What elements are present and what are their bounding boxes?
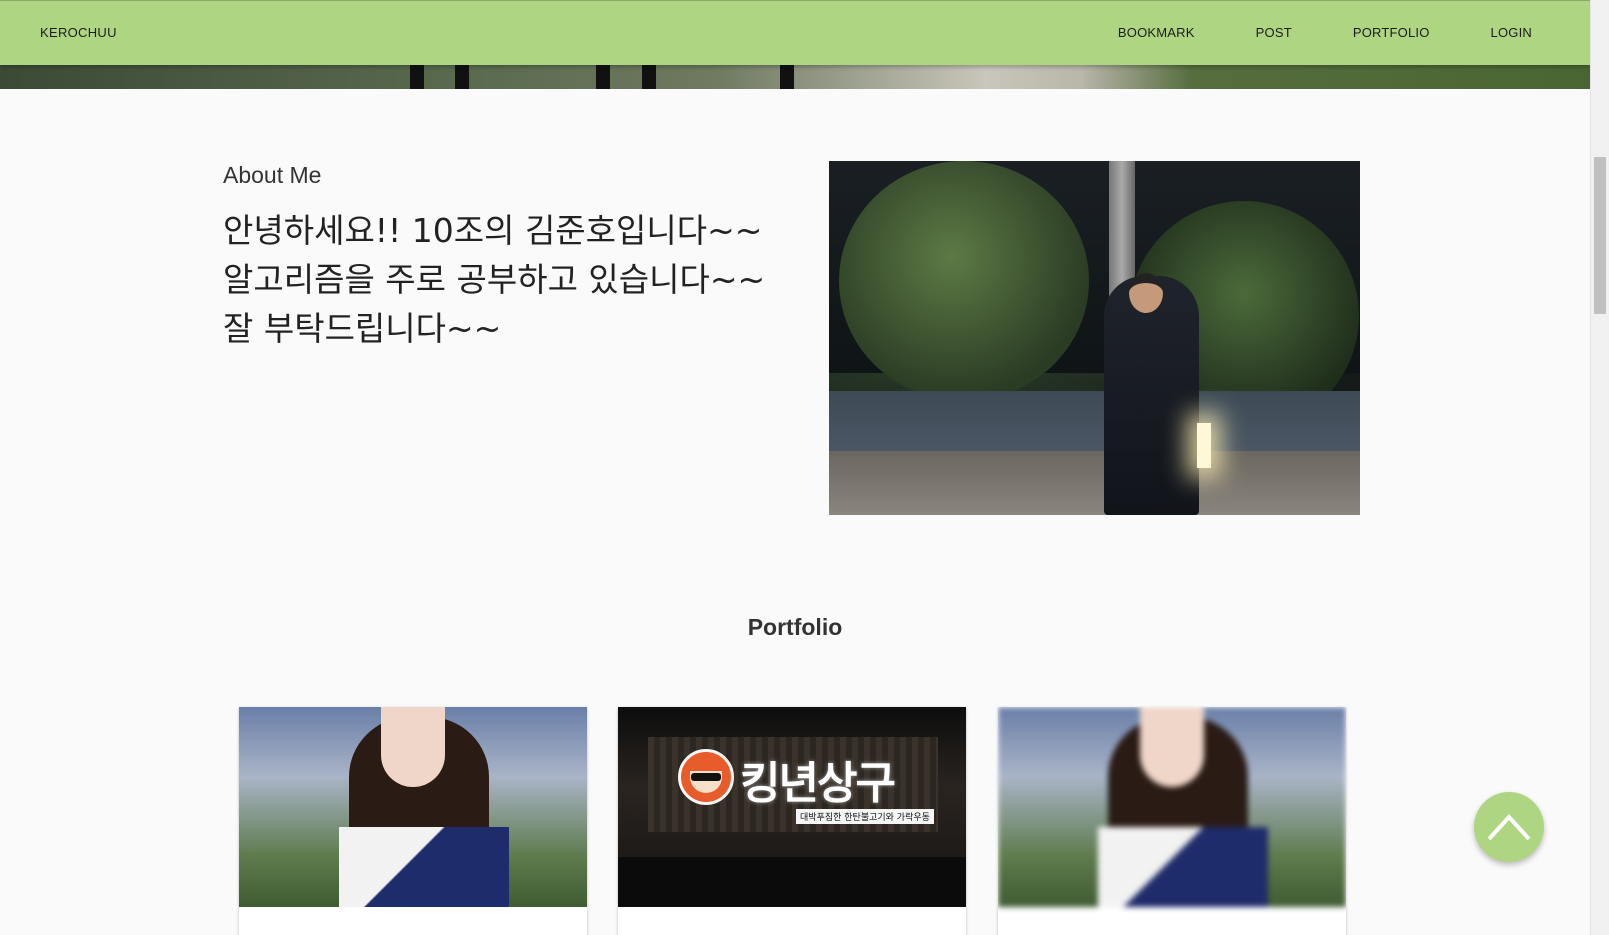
portfolio-heading: Portfolio xyxy=(747,614,843,640)
portfolio-card[interactable] xyxy=(998,707,1346,935)
portfolio-card-image xyxy=(998,707,1346,907)
portfolio-card[interactable] xyxy=(239,707,587,935)
scrollbar-thumb[interactable] xyxy=(1594,157,1606,314)
sign-title: 킹년상구 xyxy=(740,758,896,809)
top-navbar: KEROCHUU BOOKMARK POST PORTFOLIO LOGIN xyxy=(0,0,1590,65)
hero-tree-trunk xyxy=(410,61,424,89)
vertical-scrollbar[interactable] xyxy=(1590,0,1609,935)
hero-tree-trunk xyxy=(596,61,610,89)
about-line: 안녕하세요!! 10조의 김준호입니다~~ xyxy=(223,211,763,250)
nav-links: BOOKMARK POST PORTFOLIO LOGIN xyxy=(1057,25,1532,40)
about-description: 안녕하세요!! 10조의 김준호입니다~~ 알고리즘을 주로 공부하고 있습니다… xyxy=(223,206,765,353)
portfolio-card-body xyxy=(239,907,587,935)
nav-login-link[interactable]: LOGIN xyxy=(1491,25,1532,40)
hero-tree-trunk xyxy=(780,61,794,89)
portfolio-card-image xyxy=(239,707,587,907)
portfolio-card[interactable]: 킹년상구 대박푸짐한 한탄불고기와 가락우동 xyxy=(618,707,966,935)
nav-portfolio-link[interactable]: PORTFOLIO xyxy=(1353,25,1430,40)
chevron-up-icon xyxy=(1487,814,1531,841)
portfolio-card-body xyxy=(618,907,966,935)
about-photo xyxy=(829,161,1360,515)
hero-tree-trunk xyxy=(455,61,469,89)
portfolio-card-body xyxy=(998,907,1346,935)
brand-logo[interactable]: KEROCHUU xyxy=(40,25,117,40)
nav-bookmark-link[interactable]: BOOKMARK xyxy=(1118,25,1195,40)
about-heading: About Me xyxy=(223,162,322,188)
about-line: 잘 부탁드립니다~~ xyxy=(223,309,502,348)
portfolio-card-image: 킹년상구 대박푸짐한 한탄불고기와 가락우동 xyxy=(618,707,966,907)
hero-grass xyxy=(0,63,1590,89)
hero-tree-trunk xyxy=(642,61,656,89)
nav-post-link[interactable]: POST xyxy=(1256,25,1292,40)
about-line: 알고리즘을 주로 공부하고 있습니다~~ xyxy=(223,260,766,299)
sign-subtitle: 대박푸짐한 한탄불고기와 가락우동 xyxy=(796,809,934,824)
scroll-to-top-button[interactable] xyxy=(1474,792,1544,862)
